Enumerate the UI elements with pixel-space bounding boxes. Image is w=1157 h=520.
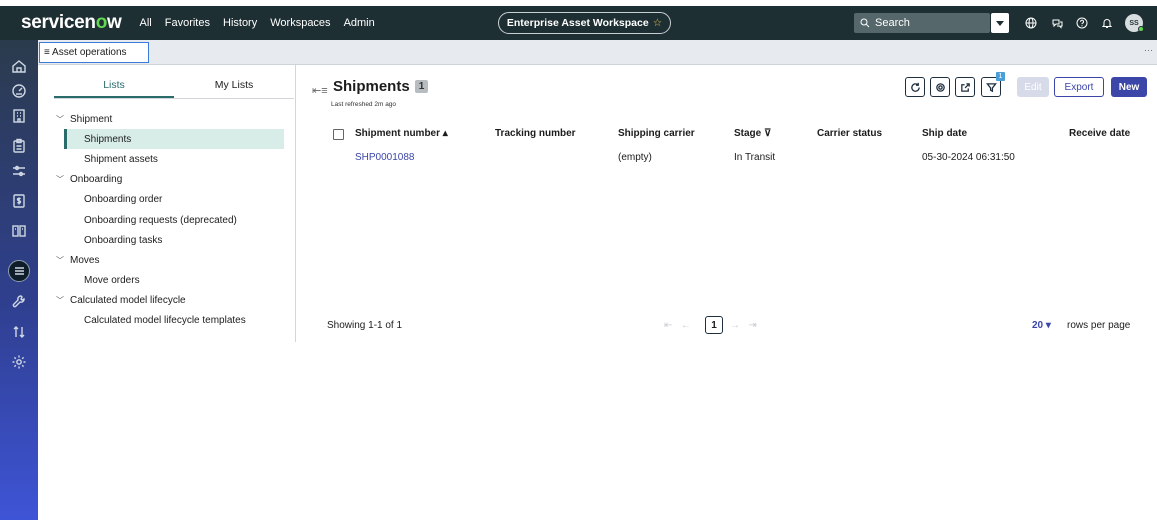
first-page-icon[interactable]: ⇤ [664,320,672,331]
list-main: ⇤≡ Shipments 1 Last refreshed 2m ago 1 E… [296,65,1157,342]
edit-button[interactable]: Edit [1017,77,1049,97]
tab-asset-operations[interactable]: ≡ Asset operations [39,42,149,63]
tree-item-onboarding-order[interactable]: Onboarding order [54,190,294,210]
chevron-down-icon: ﹀ [56,175,64,185]
tree-item-shipment-assets[interactable]: Shipment assets [54,149,294,169]
open-new-window-button[interactable] [955,77,975,97]
nav-all[interactable]: All [140,17,152,29]
column-receive-date[interactable]: Receive date [1069,128,1130,139]
tree-group-onboarding[interactable]: ﹀ Onboarding [54,170,294,190]
tree-item-onboarding-tasks[interactable]: Onboarding tasks [54,230,294,250]
nav-workspaces[interactable]: Workspaces [270,17,330,29]
tree-group-moves[interactable]: ﹀ Moves [54,250,294,270]
nav-history[interactable]: History [223,17,257,29]
new-button[interactable]: New [1111,77,1147,97]
workspace-label: Enterprise Asset Workspace [506,17,649,29]
rows-per-page-label: rows per page [1067,320,1131,331]
search-scope-dropdown[interactable] [991,13,1009,33]
chevron-down-icon: ﹀ [56,296,64,306]
cell-shipping-carrier: (empty) [618,152,652,163]
rows-per-page-select[interactable]: 20 ▾ [1032,320,1051,331]
page-title: Shipments 1 [333,78,429,95]
star-icon[interactable]: ☆ [653,17,662,29]
sort-arrows-icon[interactable] [9,322,29,342]
avatar[interactable]: SS [1125,14,1144,32]
servicenow-logo[interactable]: servicenow [21,12,122,34]
tree-group-calculated-model-lifecycle[interactable]: ﹀ Calculated model lifecycle [54,291,294,311]
tab-my-lists[interactable]: My Lists [174,79,294,98]
tree-item-move-orders[interactable]: Move orders [54,270,294,290]
page-nav-forward: → ⇥ [730,320,757,331]
settings-button[interactable] [930,77,950,97]
top-navigation-bar: servicenow All Favorites History Workspa… [0,6,1157,40]
cell-stage: In Transit [734,152,776,163]
filter-icon [985,82,997,92]
tree-item-lifecycle-templates[interactable]: Calculated model lifecycle templates [54,311,294,331]
invoice-icon[interactable] [9,191,29,211]
chat-icon[interactable] [1050,16,1064,30]
record-count-badge: 1 [414,80,429,93]
last-page-icon[interactable]: ⇥ [748,320,756,331]
next-page-icon[interactable]: → [730,320,740,331]
wrench-icon[interactable] [9,292,29,312]
search-icon [860,18,870,28]
sliders-icon[interactable] [9,161,29,181]
list-icon[interactable] [8,260,30,282]
presence-dot [1138,26,1144,32]
current-page[interactable]: 1 [705,316,723,334]
nav-favorites[interactable]: Favorites [165,17,210,29]
main-nav: All Favorites History Workspaces Admin [140,17,388,29]
pagination-summary: Showing 1-1 of 1 [327,320,403,331]
lists-tabs: Lists My Lists [54,79,294,99]
export-button[interactable]: Export [1054,77,1104,97]
list-tree: ﹀ Shipment Shipments Shipment assets ﹀ Onb… [54,109,294,331]
tab-lists[interactable]: Lists [54,79,174,98]
pagination: Showing 1-1 of 1 ⇤ ← 1 → ⇥ 20 ▾ rows per… [296,315,1157,337]
previous-page-icon[interactable]: ← [681,320,691,331]
table-row: SHP0001088 (empty) In Transit 05-30-2024… [296,148,1157,168]
more-options-icon[interactable]: ··· [1144,45,1153,55]
help-icon[interactable] [1075,16,1089,30]
bell-icon[interactable] [1100,16,1114,30]
chevron-down-icon: ﹀ [56,114,64,124]
gear-icon [935,82,945,92]
refresh-button[interactable] [905,77,925,97]
clipboard-icon[interactable] [9,136,29,156]
filter-count-badge: 1 [996,72,1005,81]
last-refreshed: Last refreshed 2m ago [331,101,397,108]
external-link-icon [960,82,970,92]
refresh-icon [910,82,920,92]
gear-icon[interactable] [9,352,29,372]
column-stage[interactable]: Stage ⊽ [734,128,771,139]
column-carrier-status[interactable]: Carrier status [817,128,882,139]
column-ship-date[interactable]: Ship date [922,128,967,139]
home-icon[interactable] [9,56,29,76]
collapse-panel-icon[interactable]: ⇤≡ [312,84,328,97]
workspace-pill[interactable]: Enterprise Asset Workspace ☆ [498,12,671,34]
caret-down-icon [996,20,1004,26]
left-icon-rail [0,40,38,520]
nav-admin[interactable]: Admin [344,17,375,29]
page-nav-back: ⇤ ← [664,320,691,331]
table-header: Shipment number ▴ Tracking number Shippi… [296,124,1157,144]
building-icon[interactable] [9,106,29,126]
workspace-tab-strip: ≡ Asset operations ··· [38,40,1157,65]
globe-icon[interactable] [1024,16,1038,30]
tree-item-onboarding-requests[interactable]: Onboarding requests (deprecated) [54,210,294,230]
select-all-checkbox[interactable] [333,129,344,140]
cell-ship-date: 05-30-2024 06:31:50 [922,152,1015,163]
dashboard-icon[interactable] [9,81,29,101]
chevron-down-icon: ﹀ [56,255,64,265]
tree-item-shipments[interactable]: Shipments [64,129,284,150]
book-icon[interactable] [9,221,29,241]
column-tracking-number[interactable]: Tracking number [495,128,576,139]
column-shipment-number[interactable]: Shipment number ▴ [355,128,448,139]
tree-group-shipment[interactable]: ﹀ Shipment [54,109,294,129]
column-shipping-carrier[interactable]: Shipping carrier [618,128,695,139]
lists-panel: Lists My Lists ﹀ Shipment Shipments Shipm… [38,65,296,342]
search-input[interactable]: Search [854,13,990,33]
shipment-number-link[interactable]: SHP0001088 [355,152,415,163]
